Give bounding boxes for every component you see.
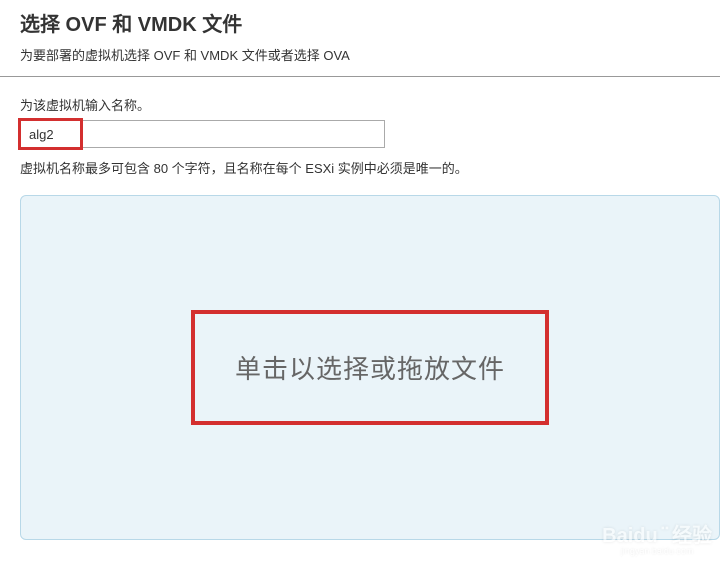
highlight-annotation-dropzone: 单击以选择或拖放文件 bbox=[191, 310, 549, 425]
watermark-url: jingyan.baidu.com bbox=[602, 546, 712, 556]
vm-name-label: 为该虚拟机输入名称。 bbox=[20, 95, 700, 114]
page-title: 选择 OVF 和 VMDK 文件 bbox=[20, 8, 700, 37]
vm-name-input[interactable] bbox=[20, 120, 385, 148]
header-section: 选择 OVF 和 VMDK 文件 为要部署的虚拟机选择 OVF 和 VMDK 文… bbox=[0, 0, 720, 77]
vm-name-hint: 虚拟机名称最多可包含 80 个字符，且名称在每个 ESXi 实例中必须是唯一的。 bbox=[20, 158, 700, 177]
vm-name-input-wrapper bbox=[20, 120, 700, 148]
form-section: 为该虚拟机输入名称。 虚拟机名称最多可包含 80 个字符，且名称在每个 ESXi… bbox=[0, 77, 720, 177]
dropzone-text: 单击以选择或拖放文件 bbox=[235, 349, 505, 386]
file-dropzone[interactable]: 单击以选择或拖放文件 bbox=[20, 195, 720, 540]
page-subtitle: 为要部署的虚拟机选择 OVF 和 VMDK 文件或者选择 OVA bbox=[20, 45, 700, 64]
